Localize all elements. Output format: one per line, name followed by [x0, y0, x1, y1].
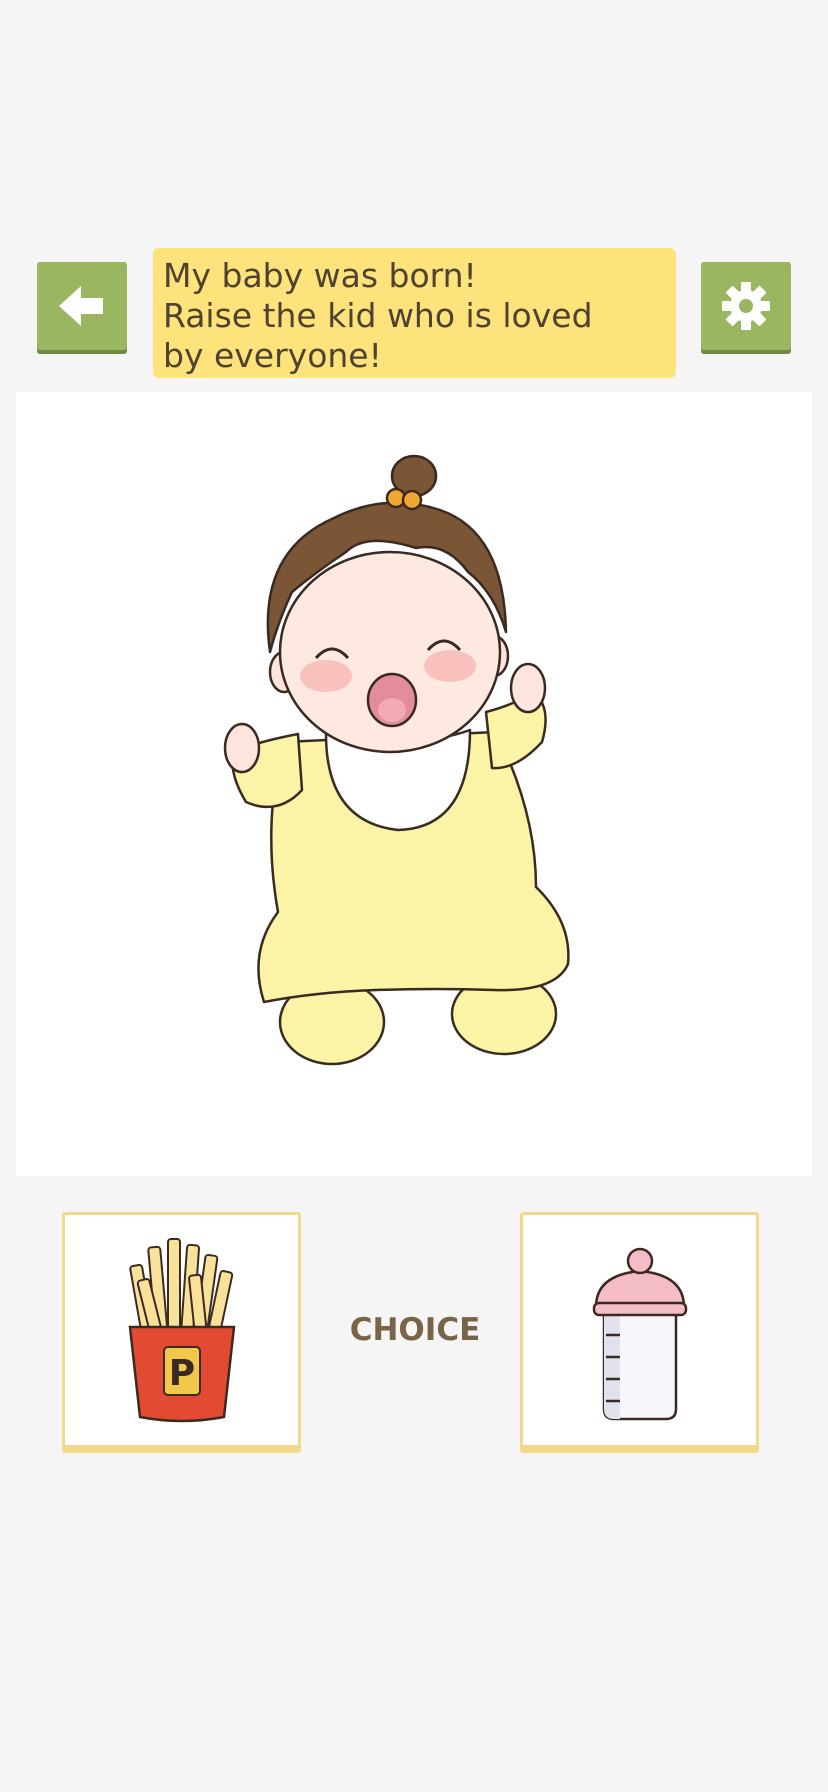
message-line-3: by everyone!: [163, 336, 382, 375]
choice-option-bottle[interactable]: [520, 1212, 759, 1448]
baby-illustration: [223, 454, 570, 1066]
arrow-left-icon: [59, 286, 103, 326]
french-fries-icon: P: [128, 1238, 235, 1423]
game-screen: My baby was born! Raise the kid who is l…: [0, 0, 828, 1792]
message-line-1: My baby was born!: [163, 256, 477, 295]
choice-option-fries[interactable]: P: [62, 1212, 301, 1448]
message-line-2: Raise the kid who is loved: [163, 296, 593, 335]
baby-bottle-icon: [592, 1247, 687, 1421]
back-button[interactable]: [37, 262, 127, 350]
story-message: My baby was born! Raise the kid who is l…: [153, 248, 676, 378]
fries-badge: P: [168, 1353, 194, 1394]
choice-label: CHOICE: [349, 1312, 481, 1348]
settings-button[interactable]: [701, 262, 791, 350]
scene-panel: [16, 392, 812, 1176]
gear-icon: [722, 282, 770, 330]
